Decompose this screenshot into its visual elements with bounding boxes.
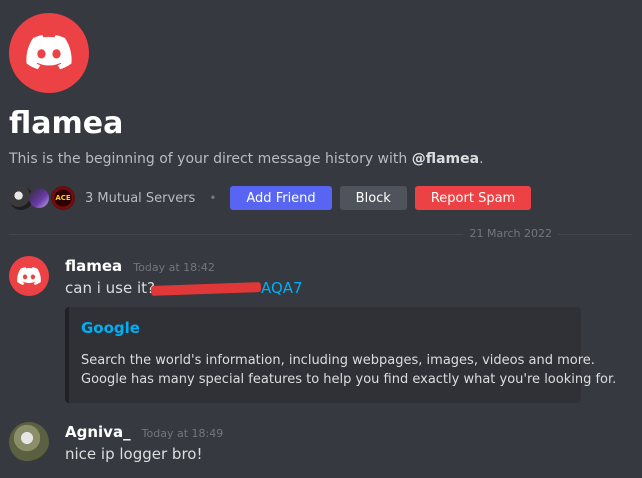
intro-suffix: . — [479, 151, 484, 167]
dm-intro-text: This is the beginning of your direct mes… — [9, 149, 484, 169]
discord-logo-icon — [17, 266, 41, 285]
message-body: Agniva_ Today at 18:49 nice ip logger br… — [65, 422, 625, 465]
message-author[interactable]: flamea — [65, 257, 122, 275]
intro-mention: @flamea — [411, 151, 480, 167]
dm-avatar — [9, 13, 89, 93]
message-timestamp: Today at 18:42 — [133, 261, 215, 274]
redaction-mark — [150, 281, 262, 296]
intro-prefix: This is the beginning of your direct mes… — [9, 151, 412, 167]
message-author[interactable]: Agniva_ — [65, 423, 131, 441]
embed-title[interactable]: Google — [81, 319, 567, 337]
separator-dot: • — [209, 191, 217, 205]
message-text: can i use it? — [65, 279, 155, 297]
message-timestamp: Today at 18:49 — [141, 427, 224, 440]
message-link[interactable]: AQA7 — [261, 279, 303, 297]
message-text: nice ip logger bro! — [65, 445, 203, 463]
mutual-servers-link[interactable]: 3 Mutual Servers — [85, 191, 195, 206]
server-icon[interactable] — [29, 188, 49, 208]
embed-desc-line: Search the world's information, includin… — [81, 353, 595, 368]
embed-desc-line: Google has many special features to help… — [81, 372, 617, 387]
discord-logo-icon — [26, 35, 72, 70]
message-body: flamea Today at 18:42 can i use it? AQA7 … — [65, 256, 625, 403]
report-spam-button[interactable]: Report Spam — [414, 186, 532, 210]
server-icon[interactable]: ACE — [51, 186, 75, 210]
block-button[interactable]: Block — [339, 186, 407, 210]
date-divider-label: 21 March 2022 — [463, 227, 558, 241]
link-embed: Google Search the world's information, i… — [65, 307, 617, 403]
embed-description: Search the world's information, includin… — [81, 351, 617, 389]
add-friend-button[interactable]: Add Friend — [230, 186, 332, 210]
message-content: can i use it? AQA7 — [65, 277, 625, 299]
avatar[interactable] — [9, 256, 49, 296]
mutual-servers-row: ACE 3 Mutual Servers • Add Friend Block … — [9, 186, 539, 210]
dm-username: flamea — [9, 106, 124, 141]
avatar[interactable] — [9, 422, 49, 462]
